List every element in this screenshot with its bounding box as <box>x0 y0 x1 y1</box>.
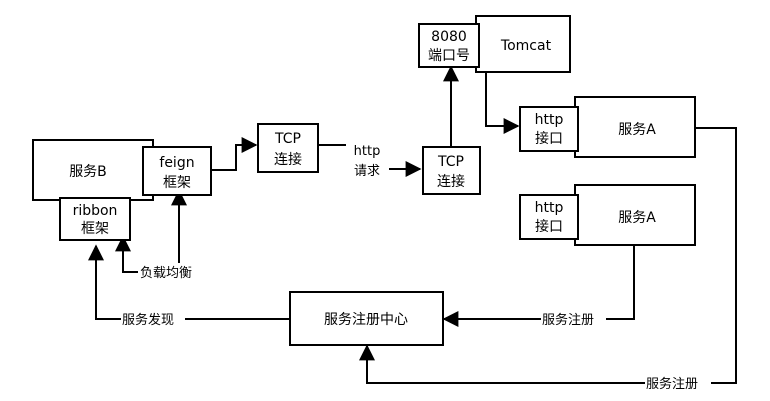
tcp-right-label: TCP <box>437 154 464 170</box>
service-a-top-label: 服务A <box>618 122 656 138</box>
load-balance-label: 负载均衡 <box>140 266 192 281</box>
ribbon-sub-label: 框架 <box>81 221 109 237</box>
tomcat-label: Tomcat <box>500 38 552 54</box>
register-a1-label: 服务注册 <box>646 376 698 392</box>
registry-label: 服务注册中心 <box>324 312 408 328</box>
tcp-left-sub-label: 连接 <box>274 151 302 168</box>
feign-sub-label: 框架 <box>163 175 191 191</box>
http-top-sub-label: 接口 <box>535 130 563 147</box>
port-sub-label: 端口号 <box>428 48 470 64</box>
http-request-label: http <box>354 144 381 159</box>
edge-a2-to-registry <box>442 246 635 327</box>
register-a2-label: 服务注册 <box>542 312 594 328</box>
http-bottom-label: http <box>535 200 564 216</box>
tcp-left-label: TCP <box>274 131 301 147</box>
ribbon-label: ribbon <box>73 203 118 219</box>
edge-registry-to-ribbon <box>88 244 290 320</box>
http-bottom-sub-label: 接口 <box>535 218 563 235</box>
service-b-label: 服务B <box>69 164 107 180</box>
edge-lb-to-ribbon <box>115 235 138 273</box>
architecture-diagram: 服务B feign 框架 ribbon 框架 TCP 连接 TCP 连接 Tom… <box>32 15 737 392</box>
port-label: 8080 <box>431 29 467 45</box>
feign-label: feign <box>159 155 194 171</box>
http-request-sub-label: 请求 <box>354 164 380 179</box>
service-a-bottom-label: 服务A <box>618 210 656 226</box>
discovery-label: 服务发现 <box>122 312 174 328</box>
edge-feign-to-tcp <box>212 137 258 171</box>
tcp-right-sub-label: 连接 <box>437 173 465 190</box>
edge-tomcat-to-http <box>485 73 520 134</box>
http-top-label: http <box>535 112 564 128</box>
